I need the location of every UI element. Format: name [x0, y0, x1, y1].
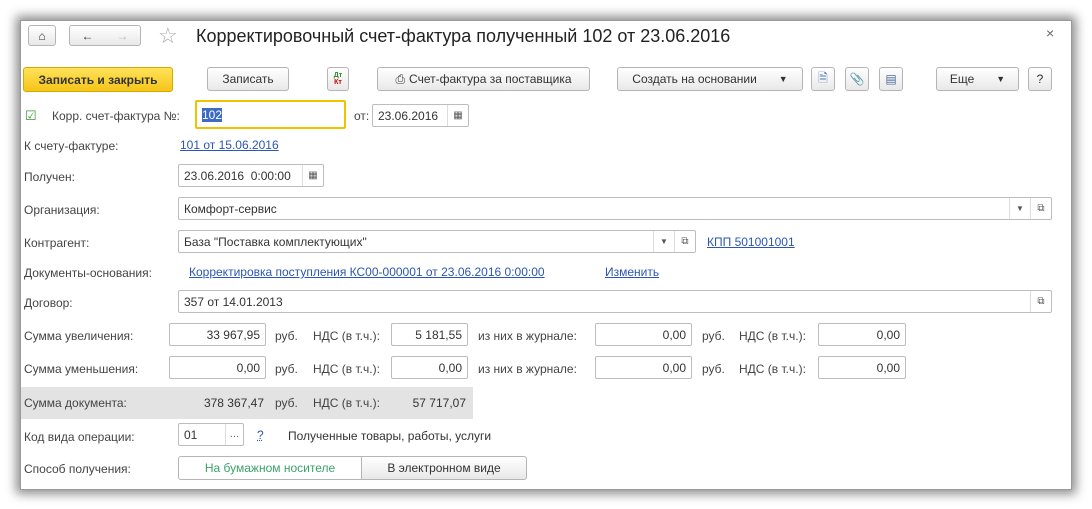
contract-input[interactable]: 357 от 14.01.2013 ⧉	[178, 290, 1052, 313]
operation-code-input[interactable]: 01 …	[178, 423, 244, 446]
corr-number-input[interactable]: 102	[195, 100, 346, 129]
create-based-button[interactable]: Создать на основании ▼	[617, 67, 803, 91]
base-docs-label: Документы-основания:	[24, 266, 152, 280]
forward-arrow-icon[interactable]: →	[117, 29, 129, 43]
select-ellipsis-icon[interactable]: …	[225, 424, 243, 445]
dropdown-icon[interactable]: ▼	[1009, 198, 1030, 219]
open-icon[interactable]: ⧉	[1030, 291, 1051, 312]
invoice-supplier-label: Счет-фактура за поставщика	[409, 72, 572, 86]
vat-label: НДС (в т.ч.):	[313, 329, 380, 343]
document-sum-value: 378 367,47	[203, 396, 264, 410]
create-based-label: Создать на основании	[632, 72, 757, 86]
corr-number-value: 102	[202, 107, 223, 122]
rub-label: руб.	[275, 329, 298, 343]
change-docs-link[interactable]: Изменить	[605, 265, 659, 279]
corr-number-label: Корр. счет-фактура №:	[52, 109, 180, 123]
base-docs-link[interactable]: Корректировка поступления КС00-000001 от…	[189, 265, 545, 279]
receipt-method-label: Способ получения:	[24, 462, 131, 476]
contract-label: Договор:	[24, 296, 73, 310]
increase-sum-input[interactable]: 33 967,95	[169, 323, 266, 346]
operation-code-label: Код вида операции:	[24, 430, 135, 444]
rub-label: руб.	[702, 329, 725, 343]
printer-icon: ⎙	[395, 71, 406, 86]
vat-label: НДС (в т.ч.):	[739, 329, 806, 343]
contract-value: 357 от 14.01.2013	[184, 294, 283, 309]
rub-label: руб.	[275, 362, 298, 376]
organization-input[interactable]: Комфорт-сервис ▼ ⧉	[178, 197, 1052, 220]
calendar-icon[interactable]: ▦	[302, 165, 323, 186]
increase-journal-vat-input[interactable]: 0,00	[818, 323, 906, 346]
operation-code-value: 01	[184, 427, 198, 442]
kpp-link[interactable]: КПП 501001001	[707, 235, 795, 249]
favorite-star-icon[interactable]: ☆	[158, 23, 178, 49]
received-value: 23.06.2016 0:00:00	[184, 168, 291, 183]
save-close-button[interactable]: Записать и закрыть	[23, 67, 173, 92]
dt-kt-button[interactable]: Дт Кт	[327, 67, 349, 91]
calendar-icon[interactable]: ▦	[447, 105, 468, 126]
vat-label: НДС (в т.ч.):	[739, 362, 806, 376]
more-label: Еще	[949, 72, 975, 86]
method-paper-toggle[interactable]: На бумажном носителе	[178, 456, 362, 480]
to-invoice-label: К счету-фактуре:	[24, 139, 119, 153]
journal-label: из них в журнале:	[478, 362, 577, 376]
vat-label: НДС (в т.ч.):	[313, 362, 380, 376]
received-input[interactable]: 23.06.2016 0:00:00 ▦	[178, 164, 324, 187]
vat-label: НДС (в т.ч.):	[313, 396, 380, 410]
rub-label: руб.	[702, 362, 725, 376]
from-label: от:	[354, 109, 370, 123]
open-icon[interactable]: ⧉	[1030, 198, 1051, 219]
paperclip-icon[interactable]: 📎	[845, 67, 869, 91]
organization-value: Комфорт-сервис	[184, 201, 277, 216]
increase-label: Сумма увеличения:	[24, 329, 134, 343]
operation-description: Полученные товары, работы, услуги	[288, 429, 492, 443]
save-button[interactable]: Записать	[207, 67, 289, 91]
to-invoice-link[interactable]: 101 от 15.06.2016	[180, 138, 279, 152]
chevron-down-icon: ▼	[996, 74, 1006, 84]
invoice-supplier-button[interactable]: ⎙ Счет-фактура за поставщика	[377, 67, 590, 91]
posted-check-icon: ☑	[25, 108, 37, 123]
decrease-vat-input[interactable]: 0,00	[391, 356, 468, 379]
home-button[interactable]: ⌂	[28, 25, 56, 46]
open-icon[interactable]: ⧉	[674, 231, 695, 252]
kt-label: Кт	[334, 79, 342, 86]
decrease-journal-vat-input[interactable]: 0,00	[818, 356, 906, 379]
method-electronic-toggle[interactable]: В электронном виде	[361, 456, 527, 480]
organization-label: Организация:	[24, 203, 100, 217]
contractor-input[interactable]: База "Поставка комплектующих" ▼ ⧉	[178, 230, 696, 253]
contractor-value: База "Поставка комплектующих"	[184, 234, 367, 249]
from-date-value: 23.06.2016	[378, 108, 439, 123]
decrease-label: Сумма уменьшения:	[24, 362, 139, 376]
operation-help-link[interactable]: ?	[257, 428, 264, 442]
dt-label: Дт	[333, 72, 343, 79]
rub-label: руб.	[275, 396, 298, 410]
increase-journal-input[interactable]: 0,00	[595, 323, 692, 346]
window-title: Корректировочный счет-фактура полученный…	[196, 26, 731, 46]
list-icon[interactable]: ▤	[879, 67, 903, 91]
journal-label: из них в журнале:	[478, 329, 577, 343]
from-date-input[interactable]: 23.06.2016 ▦	[372, 104, 469, 127]
dropdown-icon[interactable]: ▼	[653, 231, 674, 252]
more-button[interactable]: Еще ▼	[936, 67, 1019, 91]
nav-buttons: ← →	[69, 25, 141, 46]
chevron-down-icon: ▼	[778, 74, 788, 84]
document-window: ⌂ ← → ☆ Корректировочный счет-фактура по…	[20, 20, 1072, 490]
help-button[interactable]: ?	[1028, 67, 1052, 91]
back-arrow-icon[interactable]: ←	[82, 29, 94, 43]
document-vat-value: 57 717,07	[412, 396, 466, 410]
contractor-label: Контрагент:	[24, 236, 90, 250]
document-icon[interactable]: 🗎	[811, 67, 835, 91]
close-icon[interactable]: ×	[1046, 25, 1054, 41]
decrease-sum-input[interactable]: 0,00	[169, 356, 266, 379]
increase-vat-input[interactable]: 5 181,55	[391, 323, 468, 346]
received-label: Получен:	[24, 170, 75, 184]
decrease-journal-input[interactable]: 0,00	[595, 356, 692, 379]
home-icon: ⌂	[38, 28, 46, 43]
document-sum-label: Сумма документа:	[24, 396, 127, 410]
